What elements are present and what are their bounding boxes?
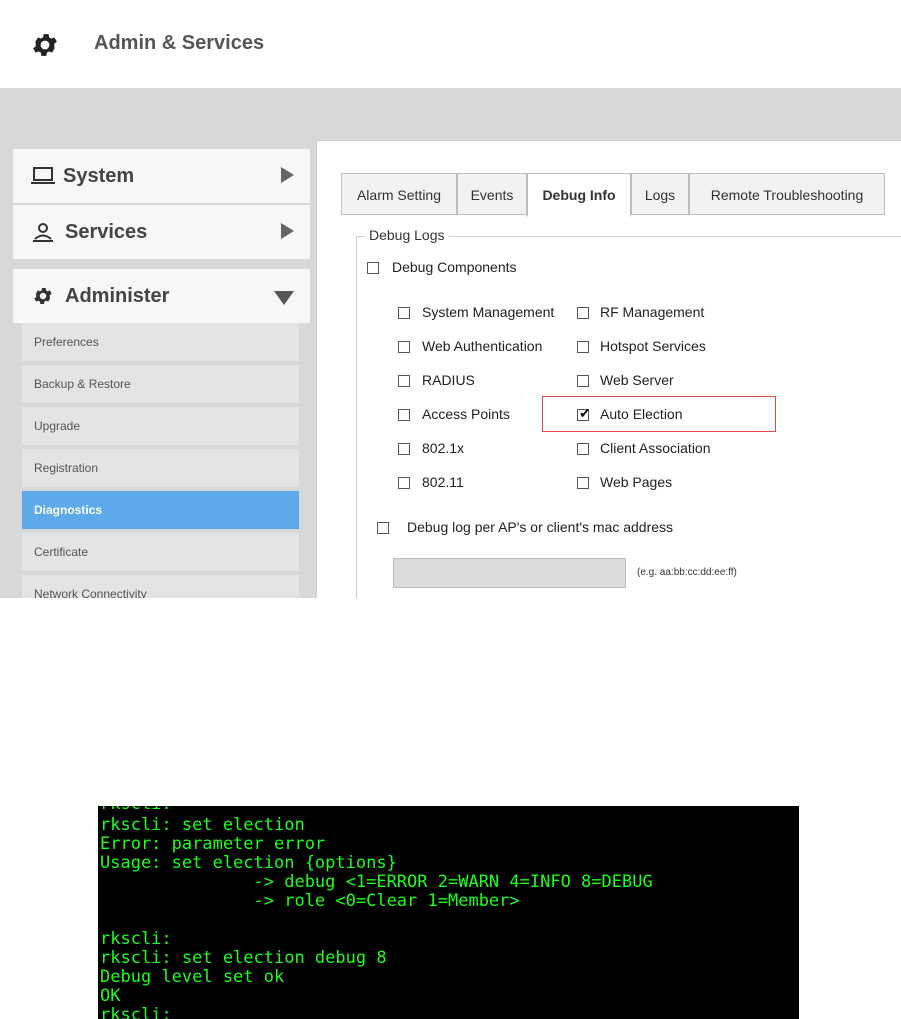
terminal-line: -> role <0=Clear 1=Member> — [100, 891, 520, 911]
checkbox-label: Auto Election — [600, 406, 683, 422]
page-title: Admin & Services — [94, 32, 265, 54]
terminal-line: rkscli: — [100, 806, 172, 814]
sidebar-item-upgrade[interactable]: Upgrade — [22, 407, 299, 445]
checkbox-802-11[interactable] — [398, 477, 410, 489]
checkbox-label: Web Authentication — [422, 338, 543, 354]
sidebar-section-label: System — [63, 165, 135, 187]
checkbox-label: Debug log per AP's or client's mac addre… — [407, 519, 674, 535]
chevron-right-icon — [281, 167, 294, 183]
checkbox-label: Access Points — [422, 406, 510, 422]
gear-icon — [33, 34, 57, 56]
checkbox-label: System Management — [422, 304, 555, 320]
tab-debug-info[interactable]: Debug Info — [527, 173, 631, 217]
sidebar-item-network-connectivity[interactable]: Network Connectivity — [22, 575, 299, 598]
checkbox-mac-debug[interactable] — [377, 522, 389, 534]
sidebar-section-administer[interactable]: Administer — [13, 269, 310, 323]
sidebar-item-preferences[interactable]: Preferences — [22, 323, 299, 361]
tab-alarm-setting[interactable]: Alarm Setting — [341, 173, 457, 215]
tab-remote-troubleshooting[interactable]: Remote Troubleshooting — [689, 173, 885, 215]
checkbox-hotspot-services[interactable] — [577, 341, 589, 353]
sidebar-item-certificate[interactable]: Certificate — [22, 533, 299, 571]
terminal-line: Debug level set ok — [100, 967, 285, 987]
terminal-line: rkscli: set election — [100, 815, 305, 835]
checkbox-label: Debug Components — [392, 259, 517, 275]
sidebar-section-label: Services — [65, 221, 148, 243]
check-icon: ✔ — [579, 405, 591, 421]
terminal-line: -> debug <1=ERROR 2=WARN 4=INFO 8=DEBUG — [100, 872, 653, 892]
mac-address-input[interactable] — [393, 558, 626, 588]
admin-screenshot: Admin & Services System Services Adminis… — [0, 0, 901, 598]
chevron-down-icon — [274, 291, 294, 305]
terminal-line: rkscli: — [100, 929, 172, 949]
sidebar-section-system[interactable]: System — [13, 149, 310, 203]
sidebar: System Services Administer Preferences B… — [0, 140, 316, 598]
checkbox-label: Client Association — [600, 440, 711, 456]
checkbox-label: 802.1x — [422, 440, 465, 456]
checkbox-radius[interactable] — [398, 375, 410, 387]
toolbar-band — [0, 88, 901, 140]
terminal-line: rkscli: set election debug 8 — [100, 948, 387, 968]
checkbox-client-association[interactable] — [577, 443, 589, 455]
checkbox-web-authentication[interactable] — [398, 341, 410, 353]
monitor-icon — [31, 167, 55, 184]
sidebar-item-backup-restore[interactable]: Backup & Restore — [22, 365, 299, 403]
checkbox-label: Web Pages — [600, 474, 673, 490]
checkbox-rf-management[interactable] — [577, 307, 589, 319]
sidebar-item-registration[interactable]: Registration — [22, 449, 299, 487]
checkbox-access-points[interactable] — [398, 409, 410, 421]
fieldset-legend: Debug Logs — [365, 227, 449, 243]
sidebar-section-label: Administer — [65, 285, 170, 307]
mac-address-hint: (e.g. aa:bb:cc:dd:ee:ff) — [637, 567, 737, 578]
header-bar: Admin & Services — [0, 0, 901, 88]
checkbox-label: Web Server — [600, 372, 674, 388]
checkbox-label: 802.11 — [422, 474, 464, 490]
terminal-line: rkscli: — [100, 1005, 172, 1019]
sidebar-item-diagnostics[interactable]: Diagnostics — [22, 491, 299, 529]
terminal-line: Usage: set election {options} — [100, 853, 397, 873]
checkbox-802-1x[interactable] — [398, 443, 410, 455]
checkbox-label: RADIUS — [422, 372, 475, 388]
terminal-output: rkscli: rkscli: set election Error: para… — [98, 806, 799, 1019]
checkbox-web-server[interactable] — [577, 375, 589, 387]
checkbox-system-management[interactable] — [398, 307, 410, 319]
terminal-line: Error: parameter error — [100, 834, 326, 854]
checkbox-auto-election[interactable]: ✔ — [577, 405, 591, 421]
tab-events[interactable]: Events — [457, 173, 527, 215]
sidebar-section-services[interactable]: Services — [13, 205, 310, 259]
chevron-right-icon — [281, 223, 294, 239]
gear-icon — [34, 288, 52, 304]
fieldset-border — [356, 236, 357, 598]
checkbox-label: Hotspot Services — [600, 338, 706, 354]
services-icon — [33, 223, 53, 242]
tab-logs[interactable]: Logs — [631, 173, 689, 215]
terminal-line: OK — [100, 986, 121, 1006]
checkbox-label: RF Management — [600, 304, 705, 320]
checkbox-debug-components[interactable] — [367, 262, 379, 274]
checkbox-web-pages[interactable] — [577, 477, 589, 489]
